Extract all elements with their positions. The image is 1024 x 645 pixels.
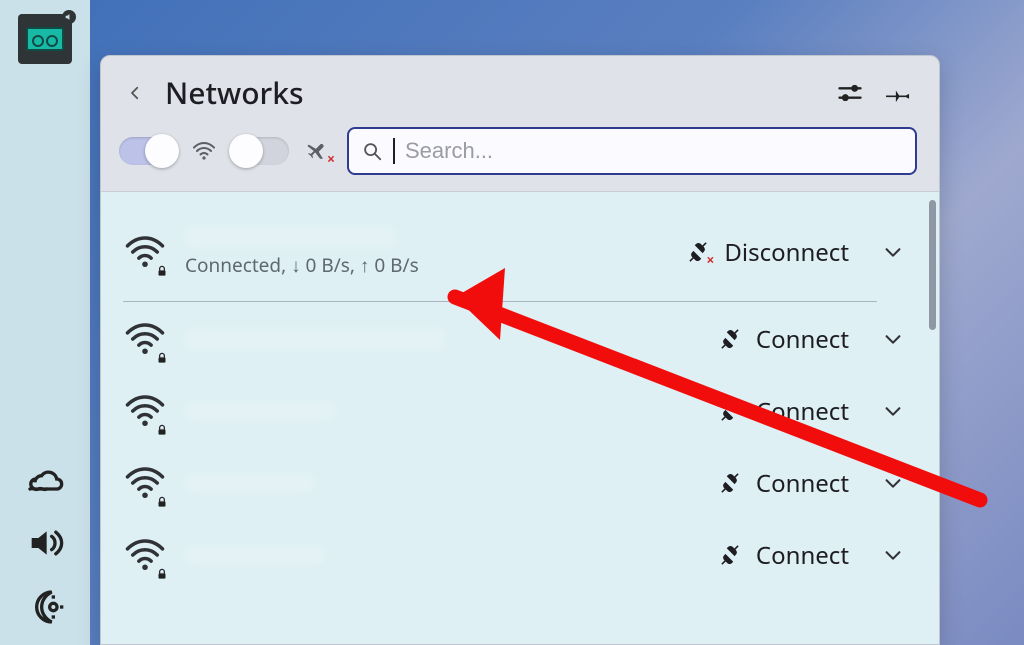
lock-icon (155, 564, 169, 578)
connect-button[interactable]: Connect (716, 467, 853, 500)
airplane-mode-icon (303, 139, 333, 163)
tray-night-mode-icon[interactable] (23, 587, 67, 627)
action-label: Connect (756, 539, 849, 572)
plug-connect-icon (716, 397, 744, 425)
network-item[interactable]: Connect (115, 518, 917, 590)
lock-icon (155, 348, 169, 362)
search-input[interactable] (405, 129, 903, 173)
network-ssid-redacted (185, 474, 315, 492)
configure-button[interactable] (833, 76, 867, 110)
cassette-icon (26, 27, 64, 51)
panel-header: Networks (101, 56, 939, 123)
network-list-area: Connected, ↓ 0 B/s, ↑ 0 B/s Disconnect C… (101, 191, 939, 644)
network-ssid-redacted (185, 328, 445, 350)
wifi-icon (189, 139, 219, 163)
network-ssid-redacted (185, 226, 395, 248)
panel-title: Networks (165, 72, 817, 113)
system-tray (0, 0, 90, 645)
expand-button[interactable] (879, 472, 907, 494)
scroll-thumb[interactable] (929, 200, 936, 330)
network-list[interactable]: Connected, ↓ 0 B/s, ↑ 0 B/s Disconnect C… (101, 192, 927, 644)
lock-icon (155, 492, 169, 506)
expand-button[interactable] (879, 241, 907, 263)
tray-volume-icon[interactable] (23, 523, 67, 563)
action-label: Disconnect (724, 236, 849, 269)
network-ssid-redacted (185, 402, 335, 420)
pin-button[interactable] (883, 76, 917, 110)
networks-panel: Networks C (100, 55, 940, 645)
expand-button[interactable] (879, 328, 907, 350)
network-ssid-redacted (185, 546, 325, 564)
wifi-signal-icon (123, 390, 167, 432)
wifi-signal-icon (123, 462, 167, 504)
speaker-badge-icon (64, 12, 74, 22)
action-label: Connect (756, 323, 849, 356)
action-label: Connect (756, 467, 849, 500)
network-status: Connected, ↓ 0 B/s, ↑ 0 B/s (185, 252, 666, 278)
connect-button[interactable]: Connect (716, 539, 853, 572)
expand-button[interactable] (879, 400, 907, 422)
sliders-icon (836, 79, 864, 107)
wifi-toggle[interactable] (119, 137, 175, 165)
lock-icon (155, 420, 169, 434)
wifi-signal-icon (123, 318, 167, 360)
text-caret (393, 138, 395, 164)
plug-connect-icon (716, 541, 744, 569)
connect-button[interactable]: Connect (716, 323, 853, 356)
expand-button[interactable] (879, 544, 907, 566)
plug-connect-icon (716, 469, 744, 497)
chevron-down-icon (882, 400, 904, 422)
search-field[interactable] (347, 127, 917, 175)
action-label: Connect (756, 395, 849, 428)
wifi-signal-icon (123, 231, 167, 273)
chevron-left-icon (126, 84, 144, 102)
airplane-toggle[interactable] (233, 137, 289, 165)
controls-row (101, 123, 939, 191)
pin-icon (886, 79, 914, 107)
network-item[interactable]: Connect (115, 302, 917, 374)
plug-disconnect-icon (684, 238, 712, 266)
chevron-down-icon (882, 472, 904, 494)
search-icon (361, 140, 383, 162)
network-item[interactable]: Connect (115, 374, 917, 446)
network-item[interactable]: Connected, ↓ 0 B/s, ↑ 0 B/s Disconnect (115, 202, 917, 302)
lock-icon (155, 261, 169, 275)
chevron-down-icon (882, 241, 904, 263)
disconnect-button[interactable]: Disconnect (684, 236, 853, 269)
chevron-down-icon (882, 328, 904, 350)
back-button[interactable] (121, 79, 149, 107)
network-item[interactable]: Connect (115, 446, 917, 518)
scrollbar[interactable] (927, 192, 939, 644)
connect-button[interactable]: Connect (716, 395, 853, 428)
tray-weather-icon[interactable] (23, 459, 67, 499)
chevron-down-icon (882, 544, 904, 566)
plug-connect-icon (716, 325, 744, 353)
wifi-signal-icon (123, 534, 167, 576)
tray-app-audio-recorder[interactable] (18, 14, 72, 64)
